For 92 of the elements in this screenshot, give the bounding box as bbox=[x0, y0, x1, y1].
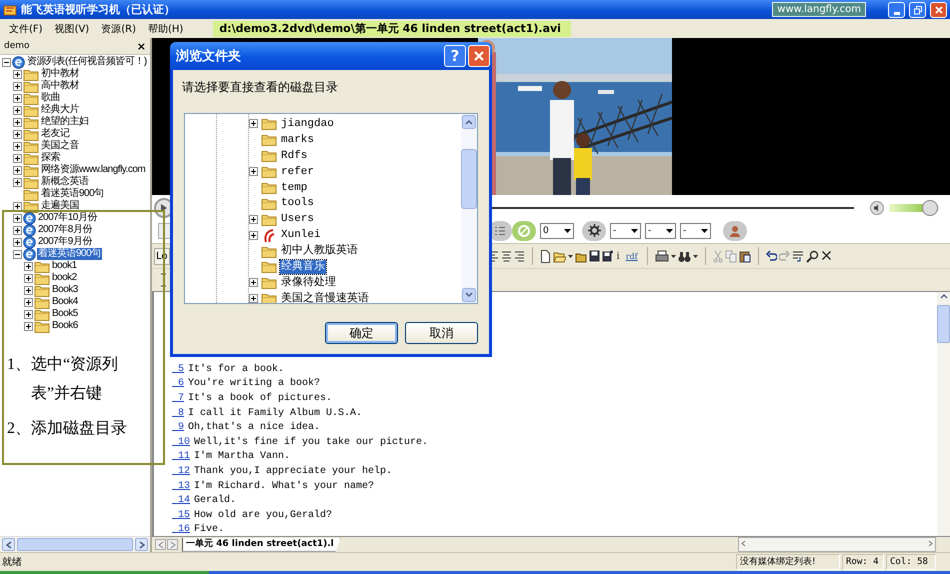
step-text: 选中“资源列表”并右键 bbox=[31, 354, 120, 404]
line-number-link[interactable]: 16 bbox=[172, 524, 190, 536]
tree-item[interactable]: 老友记 bbox=[40, 128, 70, 140]
dropdown-value: - bbox=[648, 226, 652, 236]
tree-item[interactable]: 着迷英语900句 bbox=[37, 248, 102, 260]
line-number-link[interactable]: 5 bbox=[172, 364, 184, 375]
window-title: 能飞英语视听学习机（已认证） bbox=[21, 2, 176, 17]
line-number-link[interactable]: 10 bbox=[172, 436, 190, 448]
tree-item[interactable]: Book4 bbox=[51, 296, 79, 308]
folder-item[interactable]: 美国之音慢速英语 bbox=[280, 292, 370, 303]
folder-item[interactable]: Users bbox=[280, 212, 316, 226]
line-number-link[interactable]: 11 bbox=[172, 451, 190, 462]
transcript-line: I call it Family Album U.S.A. bbox=[188, 408, 362, 419]
step-number: 2、 bbox=[7, 419, 31, 439]
status-message: 没有媒体绑定列表! bbox=[736, 554, 840, 570]
file-path: d:\demo3.2dvd\demo\第一单元 46 linden street(act1).avi bbox=[213, 20, 571, 36]
transcript-line: How old are you,Gerald? bbox=[194, 510, 332, 521]
close-button[interactable]: × bbox=[136, 40, 146, 52]
transcript-line: You're writing a book? bbox=[188, 378, 320, 390]
ok-button[interactable]: 确定 bbox=[325, 322, 398, 344]
help-button[interactable]: ? bbox=[444, 45, 466, 67]
dropdown[interactable]: - bbox=[610, 222, 641, 238]
tree-item[interactable]: 2007年8月份 bbox=[37, 224, 93, 236]
dropdown-value: 0 bbox=[543, 226, 549, 236]
transcript-line: Oh,that's a nice idea. bbox=[188, 422, 320, 434]
tree-item[interactable]: 绝望的主妇 bbox=[40, 116, 90, 128]
panel-title: demo bbox=[4, 41, 30, 51]
transcript-line: I'm Richard. What's your name? bbox=[194, 480, 374, 492]
tree-item[interactable]: 网络资源www.langfly.com bbox=[40, 164, 146, 176]
tree-item[interactable]: 歌曲 bbox=[40, 92, 61, 104]
tree-item[interactable]: 探索 bbox=[40, 152, 61, 164]
line-number-link[interactable]: 15 bbox=[172, 510, 190, 521]
tree-item[interactable]: 初中教材 bbox=[40, 68, 80, 80]
tree-item[interactable]: 2007年9月份 bbox=[37, 236, 93, 248]
folder-item[interactable]: marks bbox=[280, 132, 316, 147]
folder-item[interactable]: 录像待处理 bbox=[280, 276, 337, 290]
column-indicator: Col: 58 bbox=[886, 554, 936, 570]
folder-item[interactable]: jiangdao bbox=[280, 116, 335, 131]
folder-item[interactable]: Rdfs bbox=[280, 148, 308, 163]
step-number: 1、 bbox=[7, 355, 31, 375]
line-number-link[interactable]: 8 bbox=[172, 408, 184, 419]
menu-item[interactable]: 帮助(H) bbox=[142, 22, 190, 36]
tree-item[interactable]: Book6 bbox=[51, 320, 79, 332]
folder-item[interactable]: 经典音乐 bbox=[280, 260, 326, 274]
line-number-link[interactable]: 7 bbox=[172, 392, 184, 404]
line-number-link[interactable]: 13 bbox=[172, 480, 190, 492]
line-number-link[interactable]: 12 bbox=[172, 466, 190, 477]
transcript-line: Gerald. bbox=[194, 495, 236, 506]
tree-item[interactable]: 2007年10月份 bbox=[37, 212, 98, 224]
transcript-line: Thank you,I appreciate your help. bbox=[194, 466, 392, 477]
row-indicator: Row: 4 bbox=[842, 554, 884, 570]
tree-item[interactable]: 走遍美国 bbox=[40, 200, 80, 212]
folder-item[interactable]: tools bbox=[280, 196, 316, 210]
transcript-line: Well,it's fine if you take our picture. bbox=[194, 436, 428, 448]
line-number-link[interactable]: 14 bbox=[172, 495, 190, 506]
tree-item[interactable]: Book3 bbox=[51, 284, 79, 296]
transcript-line: It's a book of pictures. bbox=[188, 392, 332, 404]
dropdown[interactable]: - bbox=[680, 222, 711, 238]
folder-item[interactable]: temp bbox=[280, 180, 308, 194]
document-tab[interactable]: 一单元 46 linden street(act1).l bbox=[182, 538, 341, 552]
tree-item[interactable]: book2 bbox=[51, 272, 78, 284]
tree-item[interactable]: Book5 bbox=[51, 308, 79, 320]
tree-item[interactable]: 高中教材 bbox=[40, 80, 80, 92]
tree-item[interactable]: 资源列表(任何视音频皆可！) bbox=[26, 56, 148, 68]
folder-item[interactable]: 初中人教版英语 bbox=[280, 244, 359, 258]
dropdown-value: - bbox=[683, 226, 686, 236]
website-badge[interactable]: www.langfly.com bbox=[772, 2, 866, 17]
step-text: 添加磁盘目录 bbox=[31, 418, 128, 439]
tree-item[interactable]: 经典大片 bbox=[40, 104, 80, 116]
menu-item[interactable]: 视图(V) bbox=[48, 22, 96, 36]
tree-item[interactable]: 着迷英语900句 bbox=[40, 188, 105, 200]
rdf-button[interactable]: rdf bbox=[624, 252, 640, 260]
folder-item[interactable]: refer bbox=[280, 164, 316, 179]
transcript-line: I'm Martha Vann. bbox=[194, 451, 290, 462]
folder-item[interactable]: Xunlei bbox=[280, 228, 322, 242]
transcript-line: It's for a book. bbox=[188, 364, 284, 375]
menu-item[interactable]: 资源(R) bbox=[95, 22, 142, 36]
tree-item[interactable]: 美国之音 bbox=[40, 140, 80, 152]
line-number-link[interactable]: 6 bbox=[172, 378, 184, 390]
transcript-line: Five. bbox=[194, 524, 224, 536]
status-text: 就绪 bbox=[1, 556, 23, 569]
dropdown-value: - bbox=[613, 226, 616, 236]
menu-item[interactable]: 文件(F) bbox=[3, 22, 49, 36]
cancel-button[interactable]: 取消 bbox=[405, 322, 478, 344]
dialog-prompt: 请选择要直接查看的磁盘目录 bbox=[182, 79, 339, 96]
line-number-link[interactable]: 9 bbox=[172, 422, 184, 434]
dropdown[interactable]: 0 bbox=[540, 222, 574, 238]
dropdown[interactable]: - bbox=[645, 222, 676, 238]
dialog-title: 浏览文件夹 bbox=[176, 48, 242, 65]
info-button[interactable]: i bbox=[614, 250, 622, 262]
tree-item[interactable]: book1 bbox=[51, 260, 78, 272]
tree-item[interactable]: 新概念英语 bbox=[40, 176, 90, 188]
